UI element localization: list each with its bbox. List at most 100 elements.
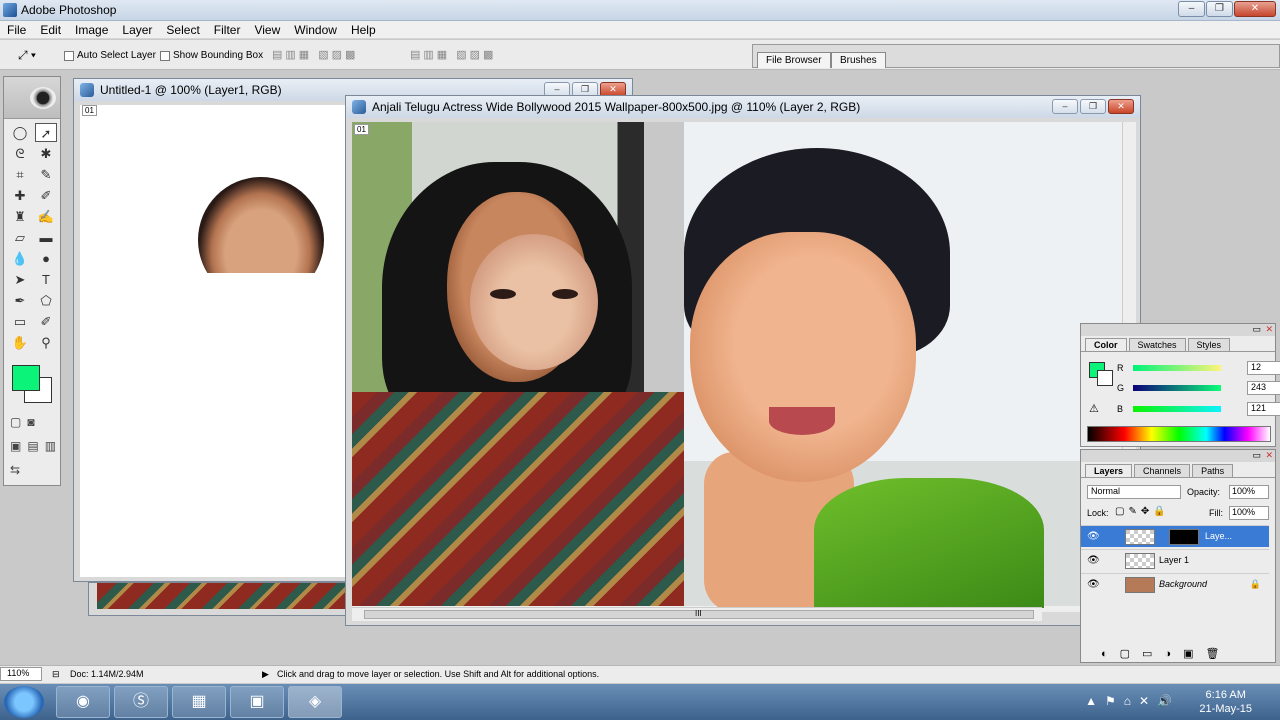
red-slider[interactable]: R 12 xyxy=(1117,361,1280,377)
close-button[interactable]: ✕ xyxy=(1234,1,1276,17)
layer-mask-thumbnail[interactable] xyxy=(1169,529,1199,545)
color-panel-minimize-icon[interactable]: ▭ xyxy=(1252,324,1261,335)
red-value[interactable]: 12 xyxy=(1247,361,1280,375)
layers-footer-icons[interactable]: ◐▢▭◑▣🗑 xyxy=(1101,647,1231,660)
firefox-taskbar-icon[interactable]: ◉ xyxy=(56,686,110,718)
start-button[interactable] xyxy=(4,686,44,718)
magic-wand-tool-icon[interactable]: ✱ xyxy=(35,144,57,163)
layer-row-layer1[interactable]: 👁 Layer 1 xyxy=(1081,549,1269,571)
feather-logo-icon[interactable] xyxy=(30,87,56,109)
panel-background-swatch[interactable] xyxy=(1097,370,1113,386)
jump-to-imageready-icon[interactable]: ⇆ xyxy=(10,463,20,477)
system-tray-icons[interactable]: ▲⚑⌂✕🔊 xyxy=(1085,694,1180,708)
blue-slider[interactable]: B 121 xyxy=(1117,402,1280,418)
main-restore-button[interactable]: ❐ xyxy=(1080,99,1106,114)
history-brush-tool-icon[interactable]: ✍ xyxy=(35,207,57,226)
menu-filter[interactable]: Filter xyxy=(207,23,248,37)
zoom-field[interactable]: 110% xyxy=(0,667,42,681)
blue-value[interactable]: 121 xyxy=(1247,402,1280,416)
screen-recorder-taskbar-icon[interactable]: ▣ xyxy=(230,686,284,718)
foreground-color-swatch[interactable] xyxy=(12,365,40,391)
layer-row-background[interactable]: 👁 Background 🔒 xyxy=(1081,573,1269,595)
notes-tool-icon[interactable]: ▭ xyxy=(9,312,31,331)
tab-paths[interactable]: Paths xyxy=(1192,464,1234,477)
tab-color[interactable]: Color xyxy=(1085,338,1127,351)
screen-mode-full-menu-icon[interactable]: ▤ xyxy=(27,439,38,453)
brush-tool-icon[interactable]: ✐ xyxy=(35,186,57,205)
visibility-eye-icon[interactable]: 👁 xyxy=(1087,579,1100,590)
gradient-tool-icon[interactable]: ▬ xyxy=(35,228,57,247)
lasso-tool-icon[interactable]: ᘓ xyxy=(9,144,31,163)
menu-image[interactable]: Image xyxy=(68,23,115,37)
horizontal-scroll-thumb[interactable]: III xyxy=(364,609,1034,619)
screen-mode-full-icon[interactable]: ▥ xyxy=(45,439,56,453)
layer-row-layer2[interactable]: 👁 Laye... xyxy=(1081,525,1269,547)
color-panel-close-icon[interactable]: ✕ xyxy=(1265,324,1273,335)
file-browser-tab[interactable]: File Browser xyxy=(757,52,831,68)
eraser-tool-icon[interactable]: ▱ xyxy=(9,228,31,247)
slice-tool-icon[interactable]: ✎ xyxy=(35,165,57,184)
eyedropper-tool-icon[interactable]: ✐ xyxy=(35,312,57,331)
skype-taskbar-icon[interactable]: Ⓢ xyxy=(114,686,168,718)
menu-layer[interactable]: Layer xyxy=(115,23,159,37)
minimize-button[interactable]: – xyxy=(1178,1,1205,17)
move-tool-preset-icon[interactable]: ⤢ ▾ xyxy=(18,48,36,63)
pen-tool-icon[interactable]: ✒ xyxy=(9,291,31,310)
type-tool-icon[interactable]: T xyxy=(35,270,57,289)
blur-tool-icon[interactable]: 💧 xyxy=(9,249,31,268)
opacity-value[interactable]: 100% xyxy=(1229,485,1269,499)
menu-help[interactable]: Help xyxy=(344,23,383,37)
healing-brush-tool-icon[interactable]: ✚ xyxy=(9,186,31,205)
main-canvas[interactable]: 01 xyxy=(352,122,1128,612)
green-slider[interactable]: G 243 xyxy=(1117,381,1280,397)
visibility-eye-icon[interactable]: 👁 xyxy=(1087,531,1100,542)
horizontal-scrollbar[interactable]: III xyxy=(352,607,1042,621)
menu-file[interactable]: File xyxy=(0,23,33,37)
brushes-tab[interactable]: Brushes xyxy=(831,52,886,68)
tab-swatches[interactable]: Swatches xyxy=(1128,338,1186,351)
restore-button[interactable]: ❐ xyxy=(1206,1,1233,17)
shape-tool-icon[interactable]: ⬠ xyxy=(35,291,57,310)
color-spectrum-bar[interactable] xyxy=(1087,426,1271,442)
lock-icons[interactable]: ▢✎✥🔒 xyxy=(1115,506,1170,517)
crop-tool-icon[interactable]: ⌗ xyxy=(9,165,31,184)
standard-mode-icon[interactable]: ▢ xyxy=(10,415,21,429)
marquee-tool-icon[interactable]: ◯ xyxy=(9,123,31,142)
screen-mode-standard-icon[interactable]: ▣ xyxy=(10,439,21,453)
photoshop-taskbar-icon[interactable]: ◈ xyxy=(288,686,342,718)
visibility-eye-icon[interactable]: 👁 xyxy=(1087,555,1100,566)
bounding-box-checkbox[interactable]: Show Bounding Box xyxy=(160,50,263,61)
hand-tool-icon[interactable]: ✋ xyxy=(9,333,31,352)
layers-panel-minimize-icon[interactable]: ▭ xyxy=(1252,450,1261,461)
dodge-tool-icon[interactable]: ● xyxy=(35,249,57,268)
doc-size: Doc: 1.14M/2.94M xyxy=(70,669,144,679)
auto-select-checkbox[interactable]: Auto Select Layer xyxy=(64,50,156,61)
gamut-warning-icon: ⚠ xyxy=(1089,403,1099,415)
main-close-button[interactable]: ✕ xyxy=(1108,99,1134,114)
menu-window[interactable]: Window xyxy=(287,23,344,37)
quick-mask-icon[interactable]: ◙ xyxy=(27,415,34,429)
menu-edit[interactable]: Edit xyxy=(33,23,68,37)
align-icons[interactable]: ▤▥▦ ▧▨▩ xyxy=(272,48,358,61)
tab-styles[interactable]: Styles xyxy=(1187,338,1231,351)
main-document-icon xyxy=(352,100,366,114)
clone-stamp-tool-icon[interactable]: ♜ xyxy=(9,207,31,226)
menu-select[interactable]: Select xyxy=(159,23,206,37)
move-tool-icon[interactable]: ➚ xyxy=(35,123,57,142)
blend-mode-select[interactable]: Normal xyxy=(1087,485,1181,499)
status-arrow-icon[interactable]: ▶ xyxy=(262,669,269,680)
tab-channels[interactable]: Channels xyxy=(1134,464,1191,477)
menu-view[interactable]: View xyxy=(247,23,287,37)
video-editor-taskbar-icon[interactable]: ▦ xyxy=(172,686,226,718)
fill-value[interactable]: 100% xyxy=(1229,506,1269,520)
app-title-bar: Adobe Photoshop – ❐ ✕ xyxy=(0,0,1280,21)
green-value[interactable]: 243 xyxy=(1247,381,1280,395)
zoom-tool-icon[interactable]: ⚲ xyxy=(35,333,57,352)
layers-panel-close-icon[interactable]: ✕ xyxy=(1265,450,1273,461)
main-minimize-button[interactable]: – xyxy=(1052,99,1078,114)
tab-layers[interactable]: Layers xyxy=(1085,464,1133,477)
path-selection-tool-icon[interactable]: ➤ xyxy=(9,270,31,289)
untitled-canvas[interactable]: 01 xyxy=(80,105,346,577)
distribute-icons[interactable]: ▤▥▦ ▧▨▩ xyxy=(410,48,496,61)
clock[interactable]: 6:16 AM 21-May-15 xyxy=(1199,688,1252,716)
